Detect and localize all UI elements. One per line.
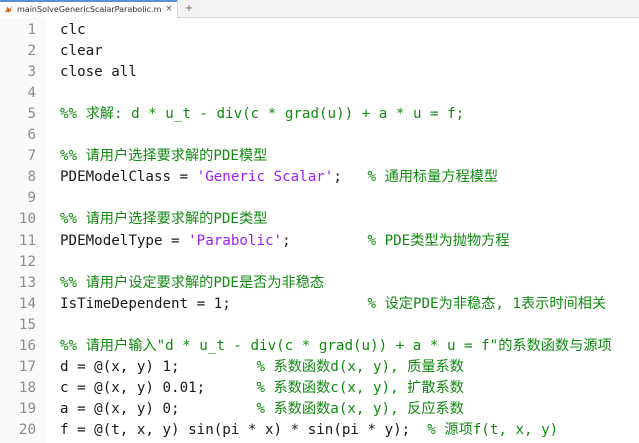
code-plain: c = @(x, y) 0.01; [60, 379, 257, 396]
code-text: %% 请用户设定要求解的PDE是否为非稳态 [60, 273, 324, 294]
line-number: 19 [18, 400, 36, 417]
code-line[interactable]: 11 PDEModelType = 'Parabolic'; % PDE类型为抛物… [0, 231, 639, 252]
line-number: 8 [27, 169, 36, 186]
code-text: %% 请用户输入"d * u_t - div(c * grad(u)) + a … [60, 336, 612, 357]
code-line[interactable]: 12 [0, 252, 639, 273]
code-line[interactable]: 15 [0, 315, 639, 336]
code-comment: %% 请用户选择要求解的PDE类型 [60, 211, 268, 228]
line-number: 4 [27, 85, 36, 102]
string-literal: 'Generic Scalar' [196, 169, 334, 186]
line-number: 17 [18, 358, 36, 375]
code-text: a = @(x, y) 0; % 系数函数a(x, y), 反应系数 [60, 399, 464, 420]
line-number: 18 [18, 379, 36, 396]
line-number: 5 [27, 106, 36, 123]
line-number: 20 [18, 421, 36, 438]
code-text: clear [60, 41, 103, 62]
code-line[interactable]: 5 %% 求解: d * u_t - div(c * grad(u)) + a *… [0, 104, 639, 125]
code-plain: IsTimeDependent = 1; [60, 295, 368, 312]
tab-title: mainSolveGenericScalarParabolic.m [17, 4, 162, 14]
code-comment: % 系数函数d(x, y), 质量系数 [256, 358, 464, 375]
close-tab-icon[interactable]: × [163, 4, 175, 14]
code-comment: % 通用标量方程模型 [367, 169, 499, 186]
line-number: 16 [18, 337, 36, 354]
code-text: PDEModelType = 'Parabolic'; % PDE类型为抛物方程 [60, 231, 510, 252]
code-line[interactable]: 18 c = @(x, y) 0.01; % 系数函数c(x, y), 扩散系数 [0, 378, 639, 399]
code-text: f = @(t, x, y) sin(pi * x) * sin(pi * y)… [60, 420, 558, 441]
new-tab-button[interactable]: + [182, 0, 196, 18]
line-number: 13 [18, 274, 36, 291]
code-comment: %% 请用户输入"d * u_t - div(c * grad(u)) + a … [60, 337, 612, 354]
code-comment: % 源项f(t, x, y) [427, 421, 559, 438]
code-line[interactable]: 9 [0, 188, 639, 209]
line-number: 7 [27, 148, 36, 165]
code-text: close all [60, 62, 137, 83]
line-number: 1 [27, 22, 36, 38]
code-plain: f = @(t, x, y) sin(pi * x) * sin(pi * y)… [60, 421, 428, 438]
code-comment: % 设定PDE为非稳态, 1表示时间相关 [367, 295, 607, 312]
code-text: %% 求解: d * u_t - div(c * grad(u)) + a * … [60, 104, 464, 125]
code-line[interactable]: 7 %% 请用户选择要求解的PDE模型 [0, 146, 639, 167]
code-text: IsTimeDependent = 1; % 设定PDE为非稳态, 1表示时间相… [60, 294, 606, 315]
code-line[interactable]: 2 clear [0, 41, 639, 62]
line-number: 3 [27, 64, 36, 81]
code-text: d = @(x, y) 1; % 系数函数d(x, y), 质量系数 [60, 357, 464, 378]
line-number: 15 [18, 316, 36, 333]
line-number: 11 [18, 232, 36, 249]
code-plain: clc [60, 22, 86, 38]
code-comment: %% 请用户选择要求解的PDE模型 [60, 148, 268, 165]
code-comment: %% 求解: d * u_t - div(c * grad(u)) + a * … [60, 106, 465, 123]
line-number: 14 [18, 295, 36, 312]
line-number: 12 [18, 253, 36, 270]
code-editor[interactable]: 1 clc 2 clear 3 close all 4 5 %% 求解: d * u_t - d… [0, 18, 639, 443]
string-literal: 'Parabolic' [188, 232, 283, 249]
code-text: c = @(x, y) 0.01; % 系数函数c(x, y), 扩散系数 [60, 378, 464, 399]
code-line[interactable]: 1 clc [0, 20, 639, 41]
editor-tab-bar: mainSolveGenericScalarParabolic.m × + [0, 0, 639, 18]
code-line[interactable]: 20 f = @(t, x, y) sin(pi * x) * sin(pi * … [0, 420, 639, 441]
code-text: %% 请用户选择要求解的PDE模型 [60, 146, 267, 167]
code-line[interactable]: 6 [0, 125, 639, 146]
line-number: 2 [27, 43, 36, 60]
code-line[interactable]: 4 [0, 83, 639, 104]
code-line[interactable]: 10 %% 请用户选择要求解的PDE类型 [0, 209, 639, 230]
line-number: 6 [27, 127, 36, 144]
line-number: 9 [27, 190, 36, 207]
code-plain: ; [333, 169, 368, 186]
code-line[interactable]: 13 %% 请用户设定要求解的PDE是否为非稳态 [0, 273, 639, 294]
code-text: %% 请用户选择要求解的PDE类型 [60, 209, 267, 230]
code-line[interactable]: 16 %% 请用户输入"d * u_t - div(c * grad(u)) + … [0, 336, 639, 357]
file-tab[interactable]: mainSolveGenericScalarParabolic.m × [0, 0, 178, 18]
code-plain: clear [60, 43, 103, 60]
code-text: clc [60, 20, 86, 41]
code-line[interactable]: 14 IsTimeDependent = 1; % 设定PDE为非稳态, 1表示时… [0, 294, 639, 315]
code-comment: %% 请用户设定要求解的PDE是否为非稳态 [60, 274, 325, 291]
code-plain: PDEModelClass = [60, 169, 197, 186]
code-plain: close all [60, 64, 137, 81]
code-line[interactable]: 19 a = @(x, y) 0; % 系数函数a(x, y), 反应系数 [0, 399, 639, 420]
code-comment: % 系数函数a(x, y), 反应系数 [256, 400, 464, 417]
code-line[interactable]: 8 PDEModelClass = 'Generic Scalar'; % 通用标… [0, 167, 639, 188]
code-plain: PDEModelType = [60, 232, 189, 249]
code-comment: % PDE类型为抛物方程 [367, 232, 510, 249]
code-plain: a = @(x, y) 0; [60, 400, 257, 417]
code-plain: d = @(x, y) 1; [60, 358, 257, 375]
code-line[interactable]: 3 close all [0, 62, 639, 83]
code-line[interactable]: 17 d = @(x, y) 1; % 系数函数d(x, y), 质量系数 [0, 357, 639, 378]
code-plain: ; [282, 232, 368, 249]
matlab-file-icon [4, 5, 13, 12]
active-tab-indicator [0, 0, 177, 2]
code-text: PDEModelClass = 'Generic Scalar'; % 通用标量… [60, 167, 498, 188]
line-number: 10 [18, 211, 36, 228]
code-comment: % 系数函数c(x, y), 扩散系数 [256, 379, 464, 396]
